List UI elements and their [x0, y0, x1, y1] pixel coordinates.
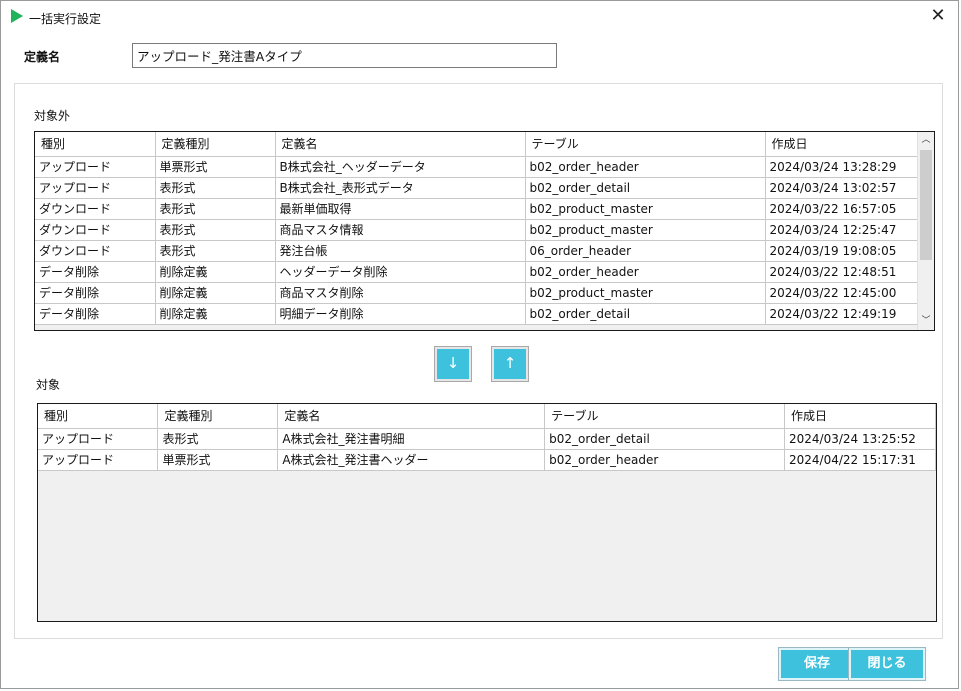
table-cell: B株式会社_ヘッダーデータ: [275, 156, 526, 178]
table-cell: 明細データ削除: [275, 303, 526, 325]
move-down-button[interactable]: ↓: [434, 346, 472, 382]
table-cell: 商品マスタ削除: [275, 282, 526, 304]
definition-name-label: 定義名: [24, 50, 61, 64]
table-cell: A株式会社_発注書明細: [277, 428, 546, 450]
scroll-down-icon[interactable]: ﹀: [918, 313, 934, 330]
table-cell: アップロード: [38, 449, 159, 471]
table-cell: アップロード: [35, 156, 156, 178]
table-cell: A株式会社_発注書ヘッダー: [277, 449, 546, 471]
column-header[interactable]: 定義名: [277, 404, 546, 429]
table-cell: データ削除: [35, 282, 156, 304]
table-cell: アップロード: [38, 428, 159, 450]
table-row[interactable]: ダウンロード 表形式 商品マスタ情報 b02_product_master 2024/0…: [35, 219, 918, 241]
table-cell: 削除定義: [155, 282, 276, 304]
column-header[interactable]: 作成日: [765, 132, 918, 157]
play-icon: [11, 9, 23, 23]
close-button[interactable]: 閉じる: [848, 647, 926, 681]
table-cell: 2024/03/22 12:45:00: [765, 282, 918, 304]
table-cell: 06_order_header: [525, 240, 766, 262]
table-cell: 削除定義: [155, 261, 276, 283]
table-cell: ダウンロード: [35, 240, 156, 262]
table-row[interactable]: アップロード 表形式 A株式会社_発注書明細 b02_order_detail 2024…: [38, 428, 936, 450]
table-cell: 2024/04/22 15:17:31: [784, 449, 936, 471]
arrow-down-icon: ↓: [446, 354, 460, 372]
table-cell: b02_order_header: [525, 156, 766, 178]
title-bar: 一括実行設定 ✕: [1, 1, 958, 31]
table-cell: 2024/03/19 19:08:05: [765, 240, 918, 262]
table-cell: ヘッダーデータ削除: [275, 261, 526, 283]
included-table: 種別 定義種別 定義名 テーブル 作成日 アップロード 表形式 A株式会社_発注書明細 b02…: [38, 404, 936, 471]
table-cell: b02_product_master: [525, 219, 766, 241]
table-cell: b02_order_header: [544, 449, 785, 471]
table-row[interactable]: ダウンロード 表形式 最新単価取得 b02_product_master 2024/03…: [35, 198, 918, 220]
table-cell: 表形式: [155, 177, 276, 199]
table-cell: 2024/03/22 12:49:19: [765, 303, 918, 325]
table-cell: 2024/03/24 13:28:29: [765, 156, 918, 178]
table-cell: 単票形式: [157, 449, 279, 471]
table-cell: b02_order_header: [525, 261, 766, 283]
definition-name-input[interactable]: [132, 43, 557, 68]
scroll-thumb[interactable]: [920, 150, 932, 260]
table-cell: 最新単価取得: [275, 198, 526, 220]
table-cell: b02_product_master: [525, 198, 766, 220]
table-row[interactable]: ダウンロード 表形式 発注台帳 06_order_header 2024/03/19 1…: [35, 240, 918, 262]
table-row[interactable]: データ削除 削除定義 明細データ削除 b02_order_detail 2024/03/…: [35, 303, 918, 325]
excluded-table: 種別 定義種別 定義名 テーブル 作成日 アップロード 単票形式 B株式会社_ヘッダーデータ…: [35, 132, 918, 325]
column-header[interactable]: テーブル: [544, 404, 785, 429]
table-cell: 2024/03/22 12:48:51: [765, 261, 918, 283]
table-row[interactable]: データ削除 削除定義 商品マスタ削除 b02_product_master 2024/0…: [35, 282, 918, 304]
table-cell: 2024/03/24 13:25:52: [784, 428, 936, 450]
arrow-up-icon: ↑: [503, 354, 517, 372]
table-cell: 商品マスタ情報: [275, 219, 526, 241]
excluded-scrollbar[interactable]: ︿ ﹀: [917, 132, 934, 330]
table-row[interactable]: アップロード 単票形式 A株式会社_発注書ヘッダー b02_order_header 2…: [38, 449, 936, 471]
close-icon[interactable]: ✕: [926, 5, 950, 27]
table-cell: 発注台帳: [275, 240, 526, 262]
table-cell: ダウンロード: [35, 219, 156, 241]
dialog-window: 一括実行設定 ✕ 定義名 対象外 種別定義種別定義名テーブル作成日 アップロード…: [0, 0, 959, 689]
table-cell: 2024/03/24 12:25:47: [765, 219, 918, 241]
column-header[interactable]: 定義名: [275, 132, 526, 157]
table-cell: 削除定義: [155, 303, 276, 325]
table-cell: 表形式: [155, 219, 276, 241]
table-cell: データ削除: [35, 303, 156, 325]
column-header[interactable]: 定義種別: [155, 132, 276, 157]
table-cell: b02_order_detail: [544, 428, 785, 450]
table-cell: b02_order_detail: [525, 303, 766, 325]
column-header[interactable]: テーブル: [525, 132, 766, 157]
included-section-label: 対象: [36, 378, 61, 392]
included-grid[interactable]: 種別 定義種別 定義名 テーブル 作成日 アップロード 表形式 A株式会社_発注書明細 b02…: [37, 403, 937, 622]
column-header[interactable]: 種別: [35, 132, 156, 157]
table-cell: b02_product_master: [525, 282, 766, 304]
excluded-section-label: 対象外: [34, 109, 71, 123]
table-cell: ダウンロード: [35, 198, 156, 220]
table-cell: 単票形式: [155, 156, 276, 178]
move-up-button[interactable]: ↑: [491, 346, 529, 382]
table-cell: 2024/03/22 16:57:05: [765, 198, 918, 220]
table-cell: 表形式: [155, 240, 276, 262]
scroll-up-icon[interactable]: ︿: [918, 132, 934, 149]
excluded-grid[interactable]: 種別 定義種別 定義名 テーブル 作成日 アップロード 単票形式 B株式会社_ヘッダーデータ…: [34, 131, 935, 331]
table-cell: データ削除: [35, 261, 156, 283]
table-cell: 表形式: [157, 428, 279, 450]
save-button[interactable]: 保存: [778, 647, 856, 681]
table-cell: B株式会社_表形式データ: [275, 177, 526, 199]
column-header[interactable]: 定義種別: [157, 404, 279, 429]
table-cell: 2024/03/24 13:02:57: [765, 177, 918, 199]
column-header[interactable]: 種別: [38, 404, 159, 429]
table-row[interactable]: アップロード 表形式 B株式会社_表形式データ b02_order_detail 202…: [35, 177, 918, 199]
window-title: 一括実行設定: [29, 12, 102, 26]
table-cell: 表形式: [155, 198, 276, 220]
table-row[interactable]: アップロード 単票形式 B株式会社_ヘッダーデータ b02_order_header 2…: [35, 156, 918, 178]
column-header[interactable]: 作成日: [784, 404, 936, 429]
table-cell: b02_order_detail: [525, 177, 766, 199]
table-cell: アップロード: [35, 177, 156, 199]
table-row[interactable]: データ削除 削除定義 ヘッダーデータ削除 b02_order_header 2024/0…: [35, 261, 918, 283]
